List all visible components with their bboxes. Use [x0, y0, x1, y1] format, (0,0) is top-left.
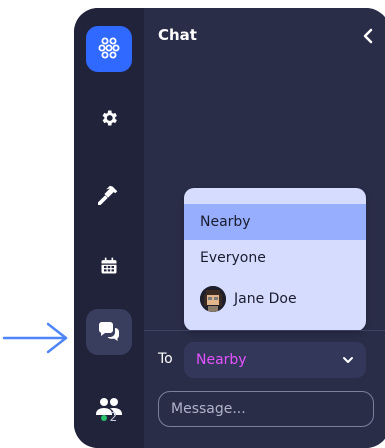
chevron-down-icon	[343, 357, 353, 363]
chevron-left-icon[interactable]	[358, 26, 378, 46]
sidebar-rail: 2	[74, 8, 144, 448]
chat-bubbles-icon[interactable]	[86, 309, 132, 355]
app-window: 2 Chat Nearby Everyone Jane Doe To Nearb…	[74, 8, 385, 448]
gear-icon[interactable]	[86, 95, 132, 141]
recipient-dropdown-menu: Nearby Everyone Jane Doe	[184, 188, 366, 331]
dropdown-item-user[interactable]: Jane Doe	[184, 280, 366, 318]
recipient-select[interactable]: Nearby	[184, 342, 366, 378]
message-input[interactable]	[158, 391, 374, 427]
calendar-icon[interactable]	[86, 243, 132, 289]
online-players-count: 2	[74, 410, 144, 424]
hammer-icon[interactable]	[86, 171, 132, 217]
online-dot-icon	[100, 414, 107, 421]
logo-icon[interactable]	[86, 26, 132, 72]
annotation-arrow-icon	[2, 322, 68, 354]
dropdown-item-everyone[interactable]: Everyone	[184, 240, 366, 276]
composer-divider	[144, 330, 385, 331]
chat-panel: Chat Nearby Everyone Jane Doe To Nearby …	[144, 8, 385, 448]
chat-title: Chat	[158, 26, 197, 44]
to-label: To	[158, 351, 173, 367]
avatar	[200, 286, 226, 312]
dropdown-item-nearby[interactable]: Nearby	[184, 204, 366, 240]
recipient-select-value: Nearby	[196, 352, 247, 368]
